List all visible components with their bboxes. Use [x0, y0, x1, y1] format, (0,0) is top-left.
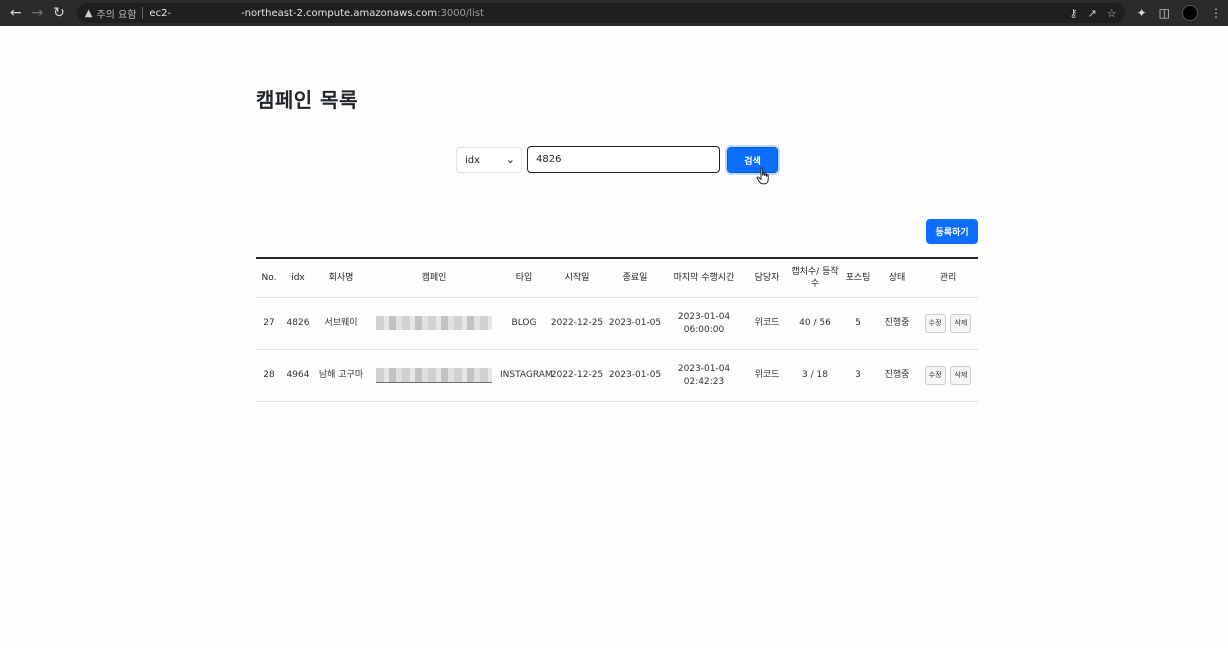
- url-path: :3000/list: [437, 7, 484, 19]
- register-button[interactable]: 등록하기: [926, 219, 978, 244]
- key-icon[interactable]: ⚷: [1069, 7, 1077, 20]
- header-no: No.: [256, 259, 282, 298]
- security-warning-label: 주의 요함: [96, 9, 137, 21]
- campaign-name-redacted: [376, 316, 492, 331]
- header-posting: 포스팅: [840, 259, 876, 298]
- header-manage: 관리: [918, 259, 978, 298]
- cell-idx: 4826: [282, 297, 314, 350]
- last-run-date: 2023-01-04: [677, 311, 731, 322]
- cell-no: 28: [256, 349, 282, 402]
- cell-start-date: 2022-12-25: [548, 349, 606, 402]
- cell-actions: 수정 삭제: [918, 297, 978, 350]
- table-row[interactable]: 27 4826 서브웨이 BLOG 2022-12-25 2023-01-05 …: [256, 297, 978, 350]
- header-status: 상태: [876, 259, 918, 298]
- sidepanel-icon[interactable]: ◫: [1159, 6, 1170, 20]
- chevron-down-icon: ⌄: [505, 153, 515, 166]
- cell-no: 27: [256, 297, 282, 350]
- last-run-time: 02:42:23: [683, 376, 725, 387]
- header-start-date: 시작일: [548, 259, 606, 298]
- menu-kebab-icon[interactable]: ⋮: [1210, 6, 1222, 20]
- search-input[interactable]: 4826: [527, 146, 720, 173]
- table-row[interactable]: 28 4964 남해 고구마 INSTAGRAM 2022-12-25 2023…: [256, 349, 978, 402]
- cell-manager: 위코드: [744, 297, 790, 350]
- cell-last-run: 2023-01-04 06:00:00: [664, 297, 744, 350]
- cell-company: 서브웨이: [314, 297, 368, 350]
- header-idx: idx: [282, 259, 314, 298]
- campaign-table: No. idx 회사명 캠페인 타입 시작일 종료일 마지막 수행시간 담당자 …: [256, 257, 978, 402]
- browser-toolbar: ← → ↻ ▲ 주의 요함 ec2- -northeast-2.compute.…: [0, 0, 1228, 26]
- forward-icon[interactable]: →: [28, 3, 48, 23]
- cell-end-date: 2023-01-05: [606, 349, 664, 402]
- cell-idx: 4964: [282, 349, 314, 402]
- cell-capture-count: 40 / 56: [790, 297, 840, 350]
- header-type: 타입: [500, 259, 548, 298]
- cell-company: 남해 고구마: [314, 349, 368, 402]
- header-capture-count: 캡처수/ 등작수: [790, 259, 840, 298]
- search-button[interactable]: 검색: [727, 147, 778, 173]
- header-last-run: 마지막 수행시간: [664, 259, 744, 298]
- cell-type: BLOG: [500, 297, 548, 350]
- cell-campaign[interactable]: [368, 349, 500, 402]
- page-title: 캠페인 목록: [256, 88, 358, 112]
- address-bar[interactable]: ▲ 주의 요함 ec2- -northeast-2.compute.amazon…: [76, 3, 1125, 23]
- edit-button[interactable]: 수정: [924, 314, 946, 333]
- delete-button[interactable]: 삭제: [950, 366, 972, 385]
- search-input-value: 4826: [536, 154, 562, 165]
- header-campaign: 캠페인: [368, 259, 500, 298]
- url-host: -northeast-2.compute.amazonaws.com: [241, 7, 438, 19]
- url-host-prefix: ec2-: [149, 7, 172, 19]
- cell-manager: 위코드: [744, 349, 790, 402]
- back-icon[interactable]: ←: [6, 3, 26, 23]
- search-field-selected: idx: [465, 154, 481, 166]
- cell-last-run: 2023-01-04 02:42:23: [664, 349, 744, 402]
- cell-start-date: 2022-12-25: [548, 297, 606, 350]
- cell-capture-count: 3 / 18: [790, 349, 840, 402]
- hand-cursor-icon: [756, 167, 769, 185]
- cell-status: 진행중: [876, 349, 918, 402]
- cell-posting: 5: [840, 297, 876, 350]
- url-redacted-segment: [171, 8, 242, 18]
- cell-status: 진행중: [876, 297, 918, 350]
- edit-button[interactable]: 수정: [924, 366, 946, 385]
- cell-type: INSTAGRAM: [500, 349, 553, 402]
- cell-posting: 3: [840, 349, 876, 402]
- delete-button[interactable]: 삭제: [950, 314, 972, 333]
- url-divider: [142, 7, 144, 19]
- table-header-row: No. idx 회사명 캠페인 타입 시작일 종료일 마지막 수행시간 담당자 …: [256, 259, 978, 298]
- bookmark-star-icon[interactable]: ☆: [1107, 7, 1117, 20]
- extensions-icon[interactable]: ✦: [1137, 6, 1147, 20]
- cell-end-date: 2023-01-05: [606, 297, 664, 350]
- campaign-name-redacted: [376, 368, 492, 383]
- header-manager: 담당자: [744, 259, 790, 298]
- search-field-select[interactable]: idx ⌄: [456, 147, 522, 173]
- share-icon[interactable]: ↗: [1088, 7, 1097, 20]
- reload-icon[interactable]: ↻: [49, 3, 69, 23]
- last-run-date: 2023-01-04: [677, 363, 731, 374]
- warning-icon: ▲: [84, 7, 93, 19]
- last-run-time: 06:00:00: [683, 324, 725, 335]
- header-company: 회사명: [314, 259, 368, 298]
- profile-avatar[interactable]: [1182, 5, 1198, 21]
- cell-campaign[interactable]: [368, 297, 500, 350]
- cell-actions: 수정 삭제: [918, 349, 978, 402]
- header-end-date: 종료일: [606, 259, 664, 298]
